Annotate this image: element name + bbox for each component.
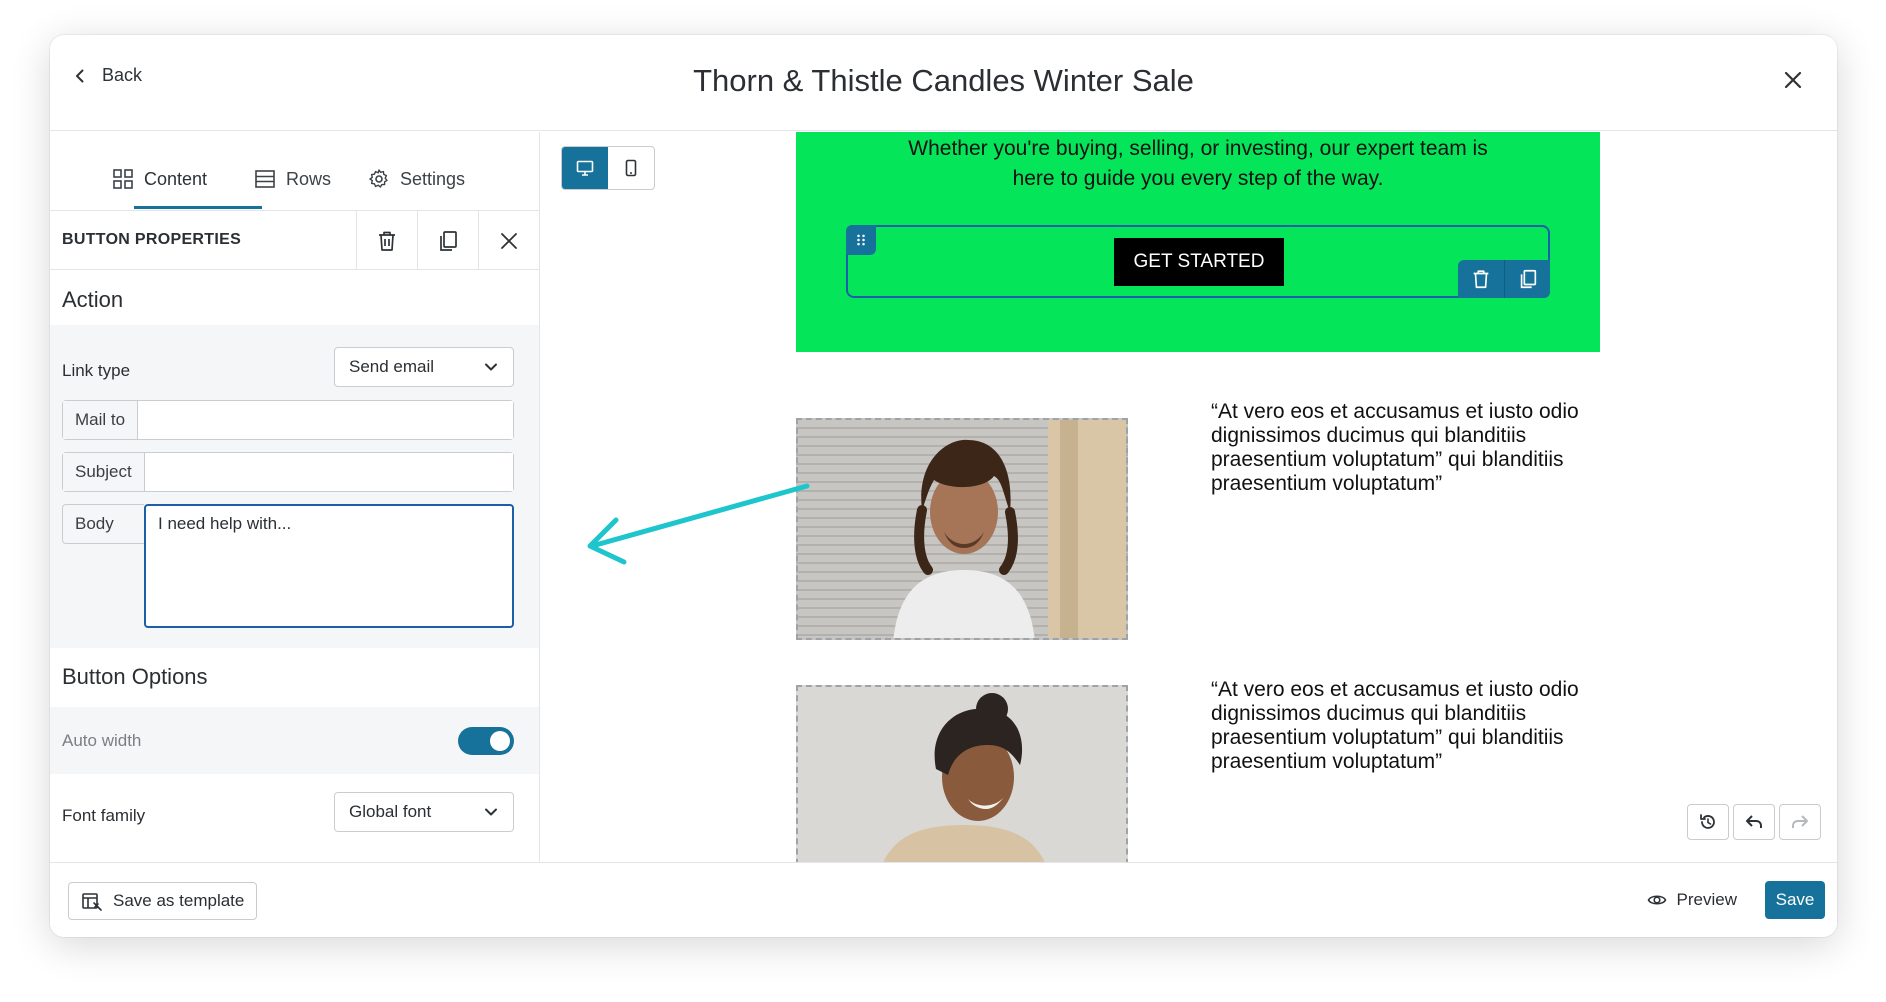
person-photo-icon (883, 693, 1045, 862)
close-icon[interactable] (1781, 68, 1805, 92)
save-button[interactable]: Save (1765, 881, 1825, 919)
mail-to-label: Mail to (63, 401, 139, 439)
selected-button-row[interactable]: GET STARTED (846, 225, 1550, 298)
action-section: Link type Send email Mail to Subject Bod… (50, 325, 539, 648)
drag-dots-icon (857, 234, 865, 246)
footer: Save as template Preview Save (50, 862, 1837, 937)
header: Back Thorn & Thistle Candles Winter Sale (50, 35, 1837, 131)
testimonial-photo-1[interactable] (796, 418, 1128, 640)
save-as-template-button[interactable]: Save as template (68, 882, 258, 920)
link-type-select[interactable]: Send email (334, 347, 514, 387)
trash-icon (1473, 270, 1489, 289)
mobile-icon (625, 159, 637, 177)
drag-handle[interactable] (846, 225, 876, 255)
panel-tabs: Content Rows Settings (50, 132, 539, 210)
person-photo-icon (893, 420, 1126, 638)
properties-title: BUTTON PROPERTIES (62, 231, 242, 248)
save-as-template-label: Save as template (113, 891, 245, 910)
redo-icon (1792, 815, 1808, 828)
tab-settings[interactable]: Settings (368, 168, 465, 190)
testimonial-photo-2[interactable] (796, 685, 1128, 862)
button-options-heading: Button Options (62, 664, 208, 689)
active-tab-indicator (134, 206, 262, 209)
duplicate-button[interactable] (417, 211, 478, 270)
trash-icon (379, 231, 395, 251)
tab-settings-label: Settings (400, 168, 466, 189)
subject-field: Subject (62, 452, 514, 492)
font-family-select[interactable]: Global font (334, 792, 514, 832)
subject-input[interactable] (144, 453, 513, 491)
auto-width-toggle[interactable] (458, 727, 514, 755)
get-started-button[interactable]: GET STARTED (1114, 238, 1284, 286)
tab-rows[interactable]: Rows (254, 168, 331, 190)
hero-text: Whether you're buying, selling, or inves… (908, 137, 1488, 190)
testimonial-quote-2[interactable]: “At vero eos et accusamus et iusto odio … (1211, 678, 1591, 774)
auto-width-row: Auto width (50, 707, 539, 774)
link-type-value: Send email (349, 357, 435, 376)
tab-rows-label: Rows (286, 168, 332, 189)
row-duplicate-button[interactable] (1504, 260, 1550, 298)
font-family-value: Global font (349, 802, 432, 821)
properties-panel: Content Rows Settings BUTTON PROPERTIES (50, 132, 540, 862)
history-icon (1700, 814, 1715, 829)
chevron-down-icon (485, 808, 497, 816)
copy-icon (440, 230, 457, 251)
annotation-arrow-icon (587, 483, 810, 565)
mail-to-field: Mail to (62, 400, 514, 440)
auto-width-label: Auto width (62, 731, 142, 750)
body-label: Body (62, 504, 144, 544)
properties-toolbar: BUTTON PROPERTIES (50, 210, 539, 270)
preview-button[interactable]: Preview (1647, 890, 1737, 910)
history-button[interactable] (1687, 804, 1729, 840)
template-icon (82, 893, 102, 911)
page-title: Thorn & Thistle Candles Winter Sale (693, 63, 1194, 98)
copy-icon (1520, 269, 1536, 289)
editor-window: Back Thorn & Thistle Candles Winter Sale… (50, 35, 1837, 937)
hero-block[interactable]: Whether you're buying, selling, or inves… (796, 132, 1600, 352)
history-controls (1687, 804, 1821, 840)
body-textarea[interactable]: I need help with... (144, 504, 514, 628)
undo-icon (1746, 815, 1762, 828)
link-type-label: Link type (62, 361, 131, 380)
chevron-down-icon (485, 363, 497, 371)
delete-button[interactable] (356, 211, 417, 270)
grid-icon (113, 169, 133, 189)
redo-button[interactable] (1779, 804, 1821, 840)
subject-label: Subject (63, 453, 145, 491)
undo-button[interactable] (1733, 804, 1775, 840)
close-properties-button[interactable] (478, 211, 539, 270)
action-heading: Action (62, 287, 124, 312)
row-actions (1458, 260, 1550, 298)
close-icon (501, 232, 517, 249)
row-delete-button[interactable] (1458, 260, 1504, 298)
view-switch (561, 146, 655, 190)
gear-icon (369, 169, 388, 188)
preview-label: Preview (1676, 890, 1737, 909)
eye-icon (1647, 895, 1666, 905)
mobile-view-button[interactable] (608, 147, 654, 189)
mail-to-input[interactable] (138, 401, 513, 439)
testimonial-quote-1[interactable]: “At vero eos et accusamus et iusto odio … (1211, 400, 1591, 496)
tab-content-label: Content (144, 168, 208, 189)
rows-icon (255, 170, 275, 188)
desktop-view-button[interactable] (562, 147, 608, 189)
tab-content[interactable]: Content (112, 168, 207, 190)
desktop-icon (576, 160, 594, 176)
font-family-label: Font family (62, 806, 146, 825)
